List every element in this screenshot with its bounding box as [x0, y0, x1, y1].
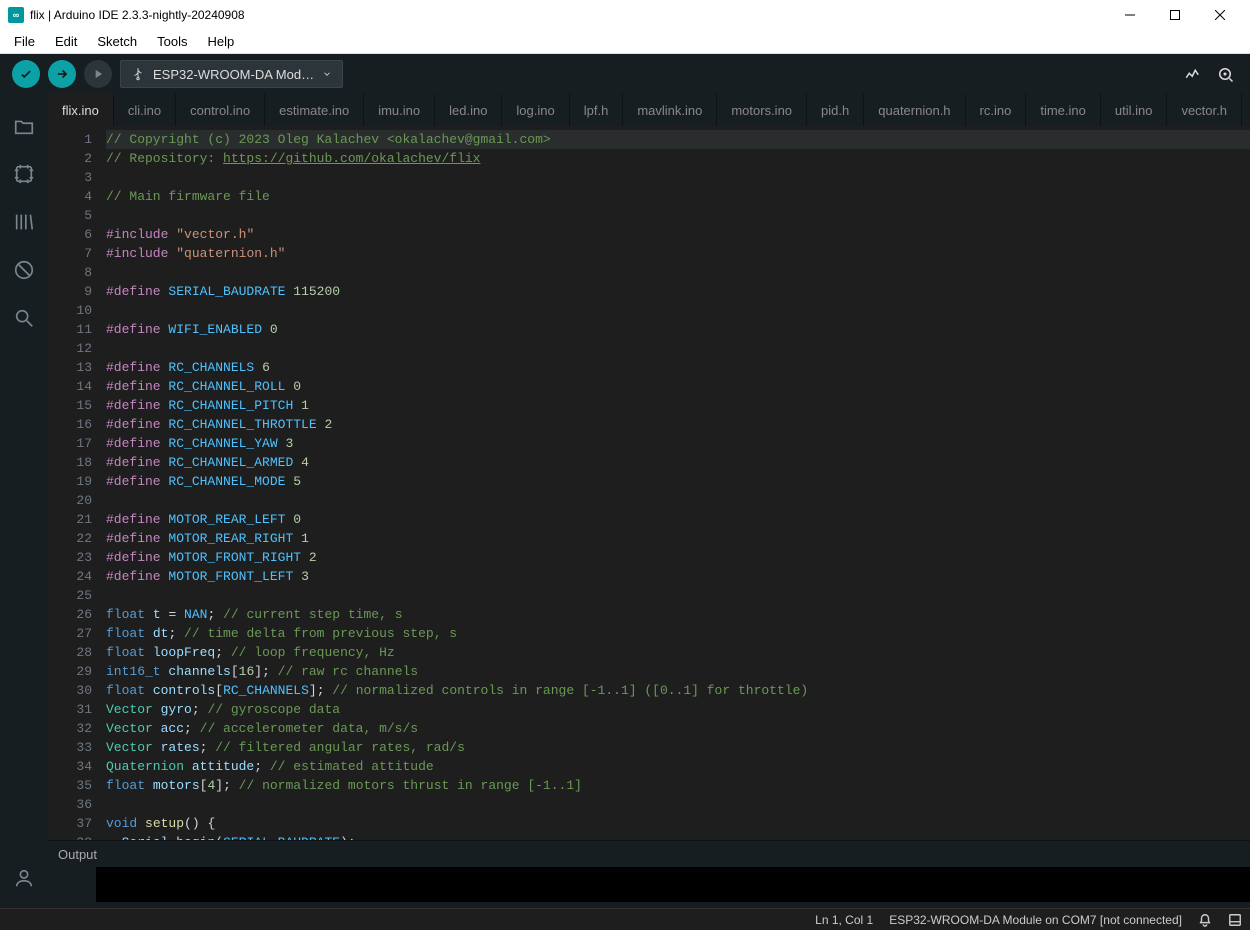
tab-lpf-h[interactable]: lpf.h: [570, 94, 624, 126]
serial-plotter-icon[interactable]: [1184, 65, 1202, 83]
verify-button[interactable]: [12, 60, 40, 88]
serial-monitor-icon[interactable]: [1216, 65, 1234, 83]
maximize-button[interactable]: [1152, 0, 1197, 30]
output-panel: Output: [48, 840, 1250, 908]
account-icon[interactable]: [0, 854, 48, 902]
tab-led-ino[interactable]: led.ino: [435, 94, 502, 126]
upload-button[interactable]: [48, 60, 76, 88]
tab-wifi-ino[interactable]: wifi.ino: [1242, 94, 1250, 126]
output-title: Output: [58, 847, 97, 862]
debug-button[interactable]: [84, 60, 112, 88]
tab-time-ino[interactable]: time.ino: [1026, 94, 1101, 126]
close-panel-icon[interactable]: [1228, 913, 1242, 927]
titlebar: ∞ flix | Arduino IDE 2.3.3-nightly-20240…: [0, 0, 1250, 30]
toolbar: ESP32-WROOM-DA Mod…: [0, 54, 1250, 94]
tab-rc-ino[interactable]: rc.ino: [966, 94, 1027, 126]
tab-util-ino[interactable]: util.ino: [1101, 94, 1168, 126]
library-manager-icon[interactable]: [0, 198, 48, 246]
board-name: ESP32-WROOM-DA Mod…: [153, 67, 314, 82]
line-gutter: 1234567891011121314151617181920212223242…: [48, 126, 106, 840]
window-title: flix | Arduino IDE 2.3.3-nightly-2024090…: [30, 8, 245, 22]
tabs: flix.inocli.inocontrol.inoestimate.inoim…: [48, 94, 1250, 126]
menu-item-help[interactable]: Help: [197, 31, 244, 52]
editor-area: flix.inocli.inocontrol.inoestimate.inoim…: [48, 94, 1250, 908]
tab-imu-ino[interactable]: imu.ino: [364, 94, 435, 126]
minimize-button[interactable]: [1107, 0, 1152, 30]
code-content[interactable]: // Copyright (c) 2023 Oleg Kalachev <oka…: [106, 126, 1250, 840]
close-button[interactable]: [1197, 0, 1242, 30]
tab-log-ino[interactable]: log.ino: [502, 94, 569, 126]
output-body[interactable]: [96, 867, 1250, 902]
tab-control-ino[interactable]: control.ino: [176, 94, 265, 126]
debug-icon[interactable]: [0, 246, 48, 294]
menubar: FileEditSketchToolsHelp: [0, 30, 1250, 54]
search-icon[interactable]: [0, 294, 48, 342]
tab-vector-h[interactable]: vector.h: [1167, 94, 1242, 126]
activitybar: [0, 94, 48, 908]
usb-icon: [131, 67, 145, 81]
menu-item-sketch[interactable]: Sketch: [87, 31, 147, 52]
menu-item-tools[interactable]: Tools: [147, 31, 197, 52]
tab-estimate-ino[interactable]: estimate.ino: [265, 94, 364, 126]
menu-item-file[interactable]: File: [4, 31, 45, 52]
tab-flix-ino[interactable]: flix.ino: [48, 94, 114, 126]
board-status[interactable]: ESP32-WROOM-DA Module on COM7 [not conne…: [889, 913, 1182, 927]
tab-quaternion-h[interactable]: quaternion.h: [864, 94, 965, 126]
notifications-icon[interactable]: [1198, 913, 1212, 927]
tab-mavlink-ino[interactable]: mavlink.ino: [623, 94, 717, 126]
tab-motors-ino[interactable]: motors.ino: [717, 94, 807, 126]
app-icon: ∞: [8, 7, 24, 23]
boards-manager-icon[interactable]: [0, 150, 48, 198]
sketchbook-icon[interactable]: [0, 102, 48, 150]
code-editor[interactable]: 1234567891011121314151617181920212223242…: [48, 126, 1250, 840]
chevron-down-icon: [322, 67, 332, 82]
statusbar: Ln 1, Col 1 ESP32-WROOM-DA Module on COM…: [0, 908, 1250, 930]
board-selector[interactable]: ESP32-WROOM-DA Mod…: [120, 60, 343, 88]
cursor-position[interactable]: Ln 1, Col 1: [815, 913, 873, 927]
tab-pid-h[interactable]: pid.h: [807, 94, 864, 126]
tab-cli-ino[interactable]: cli.ino: [114, 94, 176, 126]
menu-item-edit[interactable]: Edit: [45, 31, 87, 52]
